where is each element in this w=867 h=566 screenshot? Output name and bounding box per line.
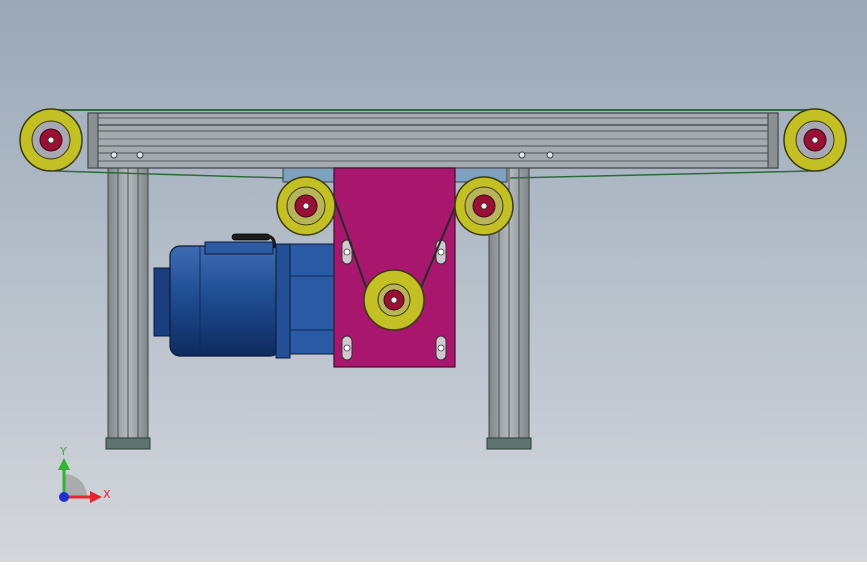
x-axis-label: X [103, 488, 111, 501]
conveyor-assembly-drawing: Y X [0, 0, 867, 562]
left-end-pulley [19, 108, 83, 172]
conveyor-frame [87, 112, 779, 169]
right-end-pulley [783, 108, 847, 172]
cad-viewport[interactable]: Y X [0, 0, 867, 562]
drive-mount-plate [333, 167, 456, 368]
y-axis-label: Y [59, 445, 67, 458]
right-idler-pulley [454, 176, 514, 236]
drive-pulley [363, 269, 425, 331]
left-idler-pulley [276, 176, 336, 236]
z-axis-dot [59, 492, 69, 502]
gear-motor [153, 233, 337, 359]
left-leg [105, 167, 151, 450]
